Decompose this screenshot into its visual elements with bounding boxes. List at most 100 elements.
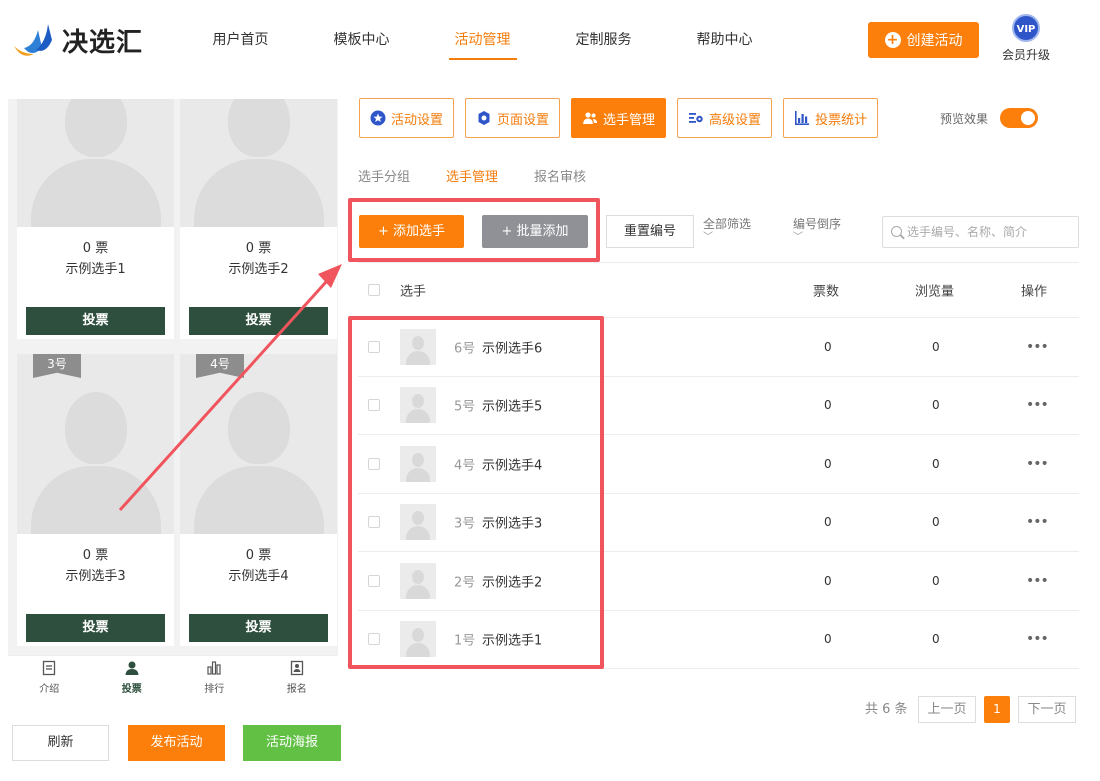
more-options-icon[interactable]: ••• (1026, 339, 1049, 355)
candidate-views: 0 (932, 339, 940, 354)
table-row[interactable]: 2号 示例选手2 0 0 ••• (358, 552, 1079, 611)
vip-upgrade[interactable]: VIP 会员升级 (998, 14, 1054, 63)
row-checkbox[interactable] (368, 457, 380, 470)
more-options-icon[interactable]: ••• (1026, 397, 1049, 413)
nav-activity-management[interactable]: 活动管理 (422, 0, 543, 80)
candidate-number: 6号 (454, 341, 476, 357)
preview-effect-switch[interactable] (1000, 108, 1039, 128)
logo-text: 决选汇 (62, 27, 144, 58)
table-row[interactable]: 4号 示例选手4 0 0 ••• (358, 435, 1079, 494)
row-checkbox[interactable] (368, 516, 380, 529)
gear-icon (476, 110, 492, 126)
filter-all-label: 全部筛选 (703, 217, 752, 231)
table-row[interactable]: 1号 示例选手1 0 0 ••• (358, 611, 1079, 669)
nav-custom-service[interactable]: 定制服务 (543, 0, 664, 80)
row-checkbox[interactable] (368, 633, 380, 646)
vote-button[interactable]: 投票 (26, 307, 165, 335)
candidate-name: 示例选手3 (482, 516, 543, 532)
create-activity-button[interactable]: + 创建活动 (868, 22, 979, 58)
candidate-votes: 0 (824, 456, 832, 471)
card-votes: 0 票 (245, 241, 272, 256)
bottom-nav-vote[interactable]: 投票 (91, 656, 174, 697)
card-name: 示例选手3 (65, 569, 126, 584)
settings-list-icon (688, 110, 704, 126)
more-options-icon[interactable]: ••• (1026, 456, 1049, 472)
card-name: 示例选手2 (228, 262, 289, 277)
more-options-icon[interactable]: ••• (1026, 573, 1049, 589)
search-box[interactable] (882, 216, 1079, 248)
select-all-checkbox[interactable] (368, 284, 380, 296)
tab-activity-settings[interactable]: 活动设置 (359, 98, 455, 138)
current-page-button[interactable]: 1 (984, 696, 1010, 723)
next-page-button[interactable]: 下一页 (1018, 696, 1076, 723)
tab-advanced-settings[interactable]: 高级设置 (677, 98, 773, 138)
add-candidate-button[interactable]: + 添加选手 (359, 215, 464, 248)
app-root: 决选汇 用户首页 模板中心 活动管理 定制服务 帮助中心 + 创建活动 VIP … (0, 0, 1100, 781)
bottom-nav-intro[interactable]: 介绍 (8, 656, 91, 697)
candidate-number: 4号 (454, 458, 476, 474)
card-votes: 0 票 (245, 548, 272, 563)
row-checkbox[interactable] (368, 399, 380, 412)
header-views: 浏览量 (915, 284, 955, 300)
tab-vote-statistics[interactable]: 投票统计 (783, 98, 879, 138)
candidate-views: 0 (932, 573, 940, 588)
vote-button[interactable]: 投票 (189, 614, 328, 642)
nav-home[interactable]: 用户首页 (180, 0, 301, 80)
logo[interactable]: 决选汇 (12, 20, 143, 60)
subtab-signup-review[interactable]: 报名审核 (534, 166, 586, 185)
card-votes: 0 票 (82, 548, 109, 563)
prev-page-button[interactable]: 上一页 (918, 696, 976, 723)
row-checkbox[interactable] (368, 574, 380, 587)
candidate-name: 示例选手1 (482, 633, 543, 649)
users-icon (582, 110, 598, 126)
candidate-votes: 0 (824, 398, 832, 413)
tab-candidate-management[interactable]: 选手管理 (571, 98, 667, 138)
row-checkbox[interactable] (368, 340, 380, 353)
candidate-votes: 0 (824, 632, 832, 647)
preview-card[interactable]: 4号 0 票 示例选手4 投票 (180, 354, 337, 646)
subtab-candidate-management[interactable]: 选手管理 (446, 166, 498, 185)
table-row[interactable]: 3号 示例选手3 0 0 ••• (358, 494, 1079, 552)
activity-poster-button[interactable]: 活动海报 (243, 725, 341, 761)
publish-activity-button[interactable]: 发布活动 (128, 725, 225, 761)
search-input[interactable] (907, 225, 1072, 239)
more-options-icon[interactable]: ••• (1026, 631, 1049, 647)
document-icon (8, 660, 91, 680)
tab-label: 页面设置 (497, 112, 550, 128)
preview-bottom-nav: 介绍 投票 排行 报名 (8, 655, 338, 697)
subtab-candidate-groups[interactable]: 选手分组 (358, 166, 410, 185)
table-row[interactable]: 6号 示例选手6 0 0 ••• (358, 318, 1079, 377)
reset-numbering-button[interactable]: 重置编号 (606, 215, 694, 248)
table-header: 选手 票数 浏览量 操作 (358, 262, 1079, 318)
candidate-number: 3号 (454, 516, 476, 532)
nav-help[interactable]: 帮助中心 (664, 0, 785, 80)
candidate-name: 示例选手6 (482, 341, 543, 357)
avatar-placeholder-icon (400, 387, 436, 424)
filter-all-dropdown[interactable]: 全部筛选 ﹀ (703, 216, 751, 244)
more-options-icon[interactable]: ••• (1026, 514, 1049, 530)
bottom-nav-ranking[interactable]: 排行 (173, 656, 256, 697)
tab-page-settings[interactable]: 页面设置 (465, 98, 561, 138)
candidate-photo: 4号 (180, 354, 337, 534)
candidate-name: 示例选手2 (482, 575, 543, 591)
preview-card[interactable]: 0 票 示例选手2 投票 (180, 99, 337, 339)
vote-button[interactable]: 投票 (189, 307, 328, 335)
add-candidate-label: 添加选手 (393, 224, 446, 239)
preview-card[interactable]: 0 票 示例选手1 投票 (17, 99, 174, 339)
avatar-placeholder-icon (400, 562, 436, 599)
avatar-placeholder-icon (400, 328, 436, 365)
batch-add-button[interactable]: + 批量添加 (482, 215, 588, 248)
preview-card[interactable]: 3号 0 票 示例选手3 投票 (17, 354, 174, 646)
table-row[interactable]: 5号 示例选手5 0 0 ••• (358, 377, 1079, 435)
vote-button[interactable]: 投票 (26, 614, 165, 642)
nav-templates[interactable]: 模板中心 (301, 0, 422, 80)
chevron-down-icon: ﹀ (703, 232, 713, 243)
sort-desc-dropdown[interactable]: 编号倒序 ﹀ (793, 216, 841, 244)
header-candidate: 选手 (400, 284, 427, 300)
number-tag: 3号 (33, 354, 81, 378)
bottom-nav-signup[interactable]: 报名 (256, 656, 339, 697)
tab-label: 投票统计 (815, 112, 868, 128)
card-votes: 0 票 (82, 241, 109, 256)
refresh-button[interactable]: 刷新 (12, 725, 109, 761)
tab-label: 选手管理 (603, 112, 656, 128)
